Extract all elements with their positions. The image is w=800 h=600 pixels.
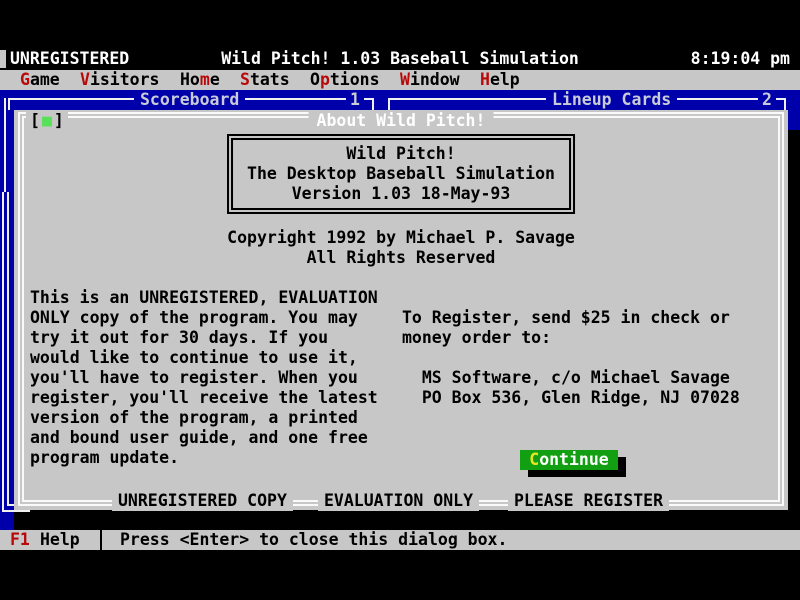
- hotkey-letter: m: [200, 70, 210, 89]
- dialog-title: About Wild Pitch!: [309, 111, 494, 131]
- clock: 8:19:04 pm: [691, 49, 790, 69]
- footer-badge-evaluation: EVALUATION ONLY: [318, 491, 479, 511]
- window-title-scoreboard[interactable]: Scoreboard: [134, 90, 245, 110]
- menu-item-stats[interactable]: Stats: [240, 70, 290, 90]
- footer-badge-register: PLEASE REGISTER: [508, 491, 669, 511]
- dialog-shadow-right: [788, 130, 800, 530]
- menu-bar: Game Visitors Home Stats Options Window …: [0, 70, 800, 90]
- eval-text-line: would like to continue to use it,: [30, 348, 378, 368]
- about-info-box-frame: Wild Pitch! The Desktop Baseball Simulat…: [231, 138, 571, 210]
- lineup-border-corner-left: [388, 98, 390, 110]
- register-text-line: To Register, send $25 in check or: [402, 308, 740, 328]
- about-info-box: Wild Pitch! The Desktop Baseball Simulat…: [227, 134, 575, 214]
- window-border-left-double-inner: [7, 192, 9, 506]
- register-address-line: MS Software, c/o Michael Savage: [402, 368, 740, 388]
- dialog-shadow-bottom: [30, 510, 800, 530]
- window-number-lineup-cards: 2: [758, 90, 776, 110]
- eval-text-line: This is an UNREGISTERED, EVALUATION: [30, 288, 378, 308]
- window-border-left-double-outer: [2, 192, 4, 512]
- eval-text-line: ONLY copy of the program. You may: [30, 308, 378, 328]
- rights-line: All Rights Reserved: [14, 248, 788, 268]
- close-icon: ■: [40, 111, 54, 130]
- about-dialog: About Wild Pitch! [■] Wild Pitch! The De…: [14, 110, 788, 510]
- register-text-block: To Register, send $25 in check or money …: [402, 308, 740, 408]
- copyright-block: Copyright 1992 by Michael P. Savage All …: [14, 228, 788, 268]
- evaluation-text-block: This is an UNREGISTERED, EVALUATION ONLY…: [30, 288, 378, 468]
- register-address-line: PO Box 536, Glen Ridge, NJ 07028: [402, 388, 740, 408]
- eval-text-line: program update.: [30, 448, 378, 468]
- eval-text-line: you'll have to register. When you: [30, 368, 378, 388]
- app-title: Wild Pitch! 1.03 Baseball Simulation: [221, 49, 579, 69]
- eval-text-line: version of the program, a printed: [30, 408, 378, 428]
- eval-text-line: register, you'll receive the latest: [30, 388, 378, 408]
- window-number-scoreboard: 1: [346, 90, 364, 110]
- status-separator: [100, 530, 102, 550]
- edge-sliver: [0, 50, 6, 68]
- continue-button[interactable]: Continue: [520, 450, 618, 470]
- footer-badge-unregistered: UNREGISTERED COPY: [112, 491, 293, 511]
- f1-shortcut-label[interactable]: Help: [40, 530, 80, 550]
- scoreboard-border-corner-left: [8, 98, 10, 110]
- register-text-line: [402, 348, 740, 368]
- product-version: Version 1.03 18-May-93: [247, 184, 555, 204]
- close-button[interactable]: [■]: [26, 111, 68, 131]
- dos-screen: UNREGISTERED Wild Pitch! 1.03 Baseball S…: [0, 0, 800, 600]
- menu-item-visitors[interactable]: Visitors: [80, 70, 159, 90]
- menu-item-game[interactable]: Game: [20, 70, 60, 90]
- hotkey-letter: H: [480, 70, 490, 89]
- menu-item-options[interactable]: Options: [310, 70, 380, 90]
- menu-item-home[interactable]: Home: [180, 70, 220, 90]
- menu-item-window[interactable]: Window: [400, 70, 460, 90]
- menu-item-help[interactable]: Help: [480, 70, 520, 90]
- hotkey-letter: W: [400, 70, 410, 89]
- registration-status: UNREGISTERED: [10, 49, 129, 69]
- continue-hotkey: C: [529, 450, 539, 470]
- window-title-lineup-cards[interactable]: Lineup Cards: [546, 90, 677, 110]
- title-bar: UNREGISTERED Wild Pitch! 1.03 Baseball S…: [0, 48, 800, 70]
- f1-shortcut-key[interactable]: F1: [10, 530, 30, 550]
- status-bar: F1 Help Press <Enter> to close this dial…: [0, 530, 800, 550]
- copyright-line: Copyright 1992 by Michael P. Savage: [14, 228, 788, 248]
- hotkey-letter: G: [20, 70, 30, 89]
- hotkey-letter: S: [240, 70, 250, 89]
- product-name: Wild Pitch!: [247, 144, 555, 164]
- lineup-border-corner-right: [784, 98, 786, 110]
- scoreboard-border-corner-right: [372, 98, 374, 110]
- eval-text-line: and bound user guide, and one free: [30, 428, 378, 448]
- product-tagline: The Desktop Baseball Simulation: [247, 164, 555, 184]
- hotkey-letter: p: [320, 70, 330, 89]
- status-message: Press <Enter> to close this dialog box.: [120, 530, 507, 550]
- window-border-bottom-outer: [2, 510, 30, 512]
- eval-text-line: try it out for 30 days. If you: [30, 328, 378, 348]
- hotkey-letter: V: [80, 70, 90, 89]
- register-text-line: money order to:: [402, 328, 740, 348]
- scoreboard-border-left-single: [4, 98, 6, 192]
